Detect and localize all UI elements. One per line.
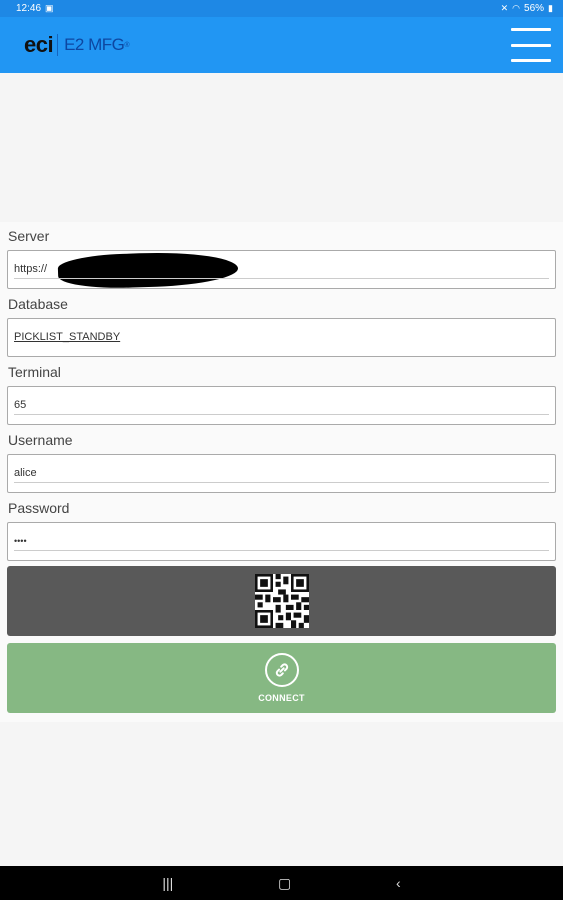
server-value: https:// (14, 263, 48, 275)
username-value: alice (14, 467, 37, 479)
home-icon[interactable]: ▢ (278, 875, 291, 892)
field-underline (14, 550, 549, 551)
logo-divider (57, 34, 59, 56)
hamburger-menu-icon[interactable] (511, 28, 551, 62)
qr-scan-button[interactable] (7, 566, 556, 636)
username-label: Username (8, 432, 73, 448)
server-label: Server (8, 228, 50, 244)
database-field[interactable]: PICKLIST_STANDBY (7, 318, 556, 357)
database-label: Database (8, 296, 68, 312)
field-underline (14, 482, 549, 483)
connect-label: CONNECT (258, 693, 305, 703)
password-label: Password (8, 500, 70, 516)
status-time: 12:46 (16, 3, 42, 14)
mute-icon: ✕ (500, 3, 509, 13)
status-left: 12:46 ▣ (16, 3, 54, 14)
logo-eci: eci (24, 32, 54, 57)
status-right: ✕ ◠ 56% ▮ (501, 3, 553, 14)
menu-line (511, 43, 551, 47)
gallery-notification-icon: ▣ (45, 3, 54, 13)
terminal-label: Terminal (8, 364, 61, 380)
server-field[interactable]: https:// (7, 249, 556, 291)
redaction-mark (57, 249, 239, 291)
app-bar: eci E2 MFG ® (0, 17, 563, 73)
app-logo: eci E2 MFG ® (24, 32, 130, 58)
wifi-icon: ◠ (512, 3, 521, 13)
database-value: PICKLIST_STANDBY (14, 331, 121, 343)
field-underline (14, 278, 549, 279)
terminal-value: 65 (14, 399, 27, 411)
connect-button[interactable]: CONNECT (7, 643, 556, 713)
battery-icon: ▮ (548, 3, 553, 13)
menu-line (511, 59, 551, 62)
qr-code-icon (254, 574, 309, 628)
recent-apps-icon[interactable]: ||| (162, 875, 173, 891)
status-bar: 12:46 ▣ ✕ ◠ 56% ▮ (0, 0, 563, 17)
field-underline (14, 414, 549, 415)
username-field[interactable]: alice (7, 454, 556, 493)
system-nav-bar: ||| ▢ ‹ (0, 866, 563, 900)
link-glyph (275, 663, 288, 677)
logo-product: E2 MFG (64, 35, 125, 54)
logo-trademark: ® (124, 41, 130, 49)
terminal-field[interactable]: 65 (7, 386, 556, 425)
password-value: •••• (14, 536, 27, 546)
battery-percent: 56% (524, 3, 545, 14)
password-field[interactable]: •••• (7, 522, 556, 561)
back-icon[interactable]: ‹ (396, 875, 401, 891)
menu-line (511, 28, 551, 31)
link-icon (264, 653, 299, 687)
